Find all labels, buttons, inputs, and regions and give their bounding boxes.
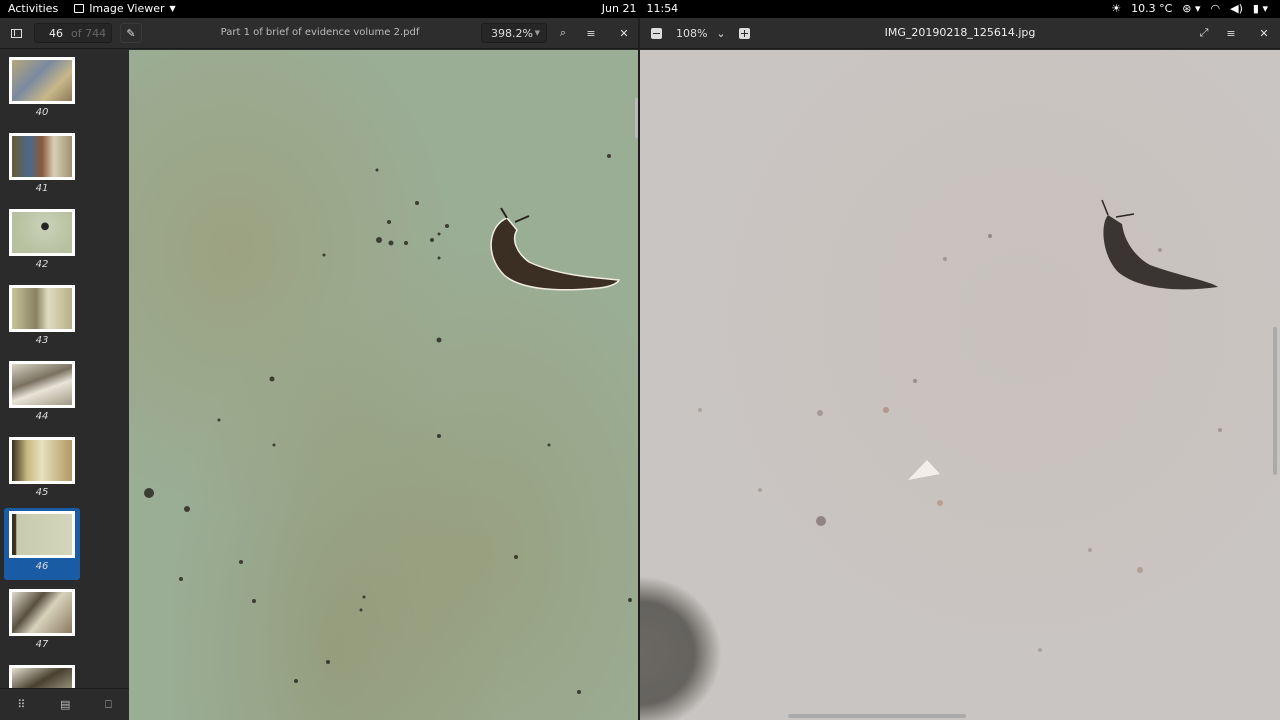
image-vertical-scrollbar[interactable]: [1273, 327, 1277, 475]
search-button[interactable]: ⌕: [553, 23, 573, 43]
chevron-down-icon: ⌄: [716, 26, 726, 40]
thumbnail-label: 47: [35, 639, 49, 650]
close-button[interactable]: ✕: [1254, 23, 1274, 43]
thumbnail-label: 46: [35, 561, 49, 572]
image-header-bar: 108% ⌄ IMG_20190218_125614.jpg ⤢ ≡ ✕: [640, 18, 1280, 49]
top-bar: Activities Image Viewer ▼ Jun 21 11:54 ☀…: [0, 0, 1280, 18]
thumbnail-label: 45: [35, 487, 49, 498]
menu-button[interactable]: ≡: [581, 23, 601, 43]
thumbnail-label: 41: [35, 183, 49, 194]
app-menu[interactable]: Image Viewer ▼: [74, 2, 176, 15]
sidebar-toggle-button[interactable]: [6, 23, 26, 43]
clock[interactable]: Jun 21 11:54: [0, 2, 1280, 15]
clock-time: 11:54: [646, 2, 679, 15]
thumbnail-sidebar[interactable]: 40 41 42 43 44 45 46 47: [0, 50, 129, 688]
caret-down-icon: ▼: [169, 4, 176, 13]
wifi-icon[interactable]: ◠: [1211, 2, 1221, 15]
zoom-out-icon: [650, 27, 662, 39]
zoom-in-button[interactable]: [736, 23, 752, 43]
thumbnail-page[interactable]: 47: [4, 586, 80, 658]
image-viewer-window: 108% ⌄ IMG_20190218_125614.jpg ⤢ ≡ ✕: [640, 18, 1280, 720]
thumbnail-label: 44: [35, 411, 49, 422]
hamburger-icon: ≡: [586, 26, 596, 40]
bookmark-icon[interactable]: ⎕: [105, 698, 112, 712]
thumbnail-image: [12, 514, 72, 555]
outline-view-icon[interactable]: ▤: [60, 698, 70, 711]
battery-icon[interactable]: ▮ ▾: [1253, 2, 1268, 15]
thumbnail-label: 40: [35, 107, 49, 118]
accessibility-icon[interactable]: ⊛ ▾: [1182, 2, 1200, 15]
clock-date: Jun 21: [601, 2, 637, 15]
zoom-level: 398.2%: [491, 26, 533, 40]
pdf-page-view[interactable]: [129, 50, 638, 720]
zoom-in-icon: [738, 27, 750, 39]
app-menu-label: Image Viewer: [89, 2, 165, 15]
thumbnail-image: [12, 212, 72, 253]
thumbnail-label: 43: [35, 335, 49, 346]
thumbnail-image: [12, 60, 72, 101]
zoom-dropdown[interactable]: 398.2% ▼: [481, 23, 547, 43]
thumbnail-image: [12, 288, 72, 329]
slug-photo-scan: [144, 154, 632, 694]
close-icon: ✕: [619, 26, 629, 40]
zoom-level[interactable]: 108%: [676, 27, 707, 40]
zoom-out-button[interactable]: [648, 23, 664, 43]
thumbnail-image: [12, 364, 72, 405]
thumbnail-page-selected[interactable]: 46: [4, 508, 80, 580]
thumbnail-image: [12, 668, 72, 688]
thumbnail-page[interactable]: 40: [4, 54, 80, 126]
thumbnail-page[interactable]: 45: [4, 434, 80, 506]
current-page: 46: [49, 26, 63, 40]
page-total: of 744: [71, 26, 107, 40]
pdf-viewer-window: 46 of 744 ✎ Part 1 of brief of evidence …: [0, 18, 638, 720]
zoom-menu-button[interactable]: ⌄: [714, 23, 728, 43]
document-title: Part 1 of brief of evidence volume 2.pdf: [220, 27, 420, 38]
pdf-header-bar: 46 of 744 ✎ Part 1 of brief of evidence …: [0, 18, 638, 49]
sidebar-icon: [10, 28, 22, 38]
fullscreen-button[interactable]: ⤢: [1194, 23, 1214, 43]
thumbnail-page[interactable]: 41: [4, 130, 80, 202]
image-canvas[interactable]: [640, 50, 1280, 720]
weather-temp[interactable]: 10.3 °C: [1131, 2, 1172, 15]
hamburger-icon: ≡: [1226, 26, 1236, 40]
image-title: IMG_20190218_125614.jpg: [884, 26, 1036, 39]
thumbnail-page[interactable]: 43: [4, 282, 80, 354]
menu-button[interactable]: ≡: [1221, 23, 1241, 43]
sidebar-footer: ⠿ ▤ ⎕: [0, 688, 129, 720]
thumbnail-image: [12, 592, 72, 633]
thumbnail-page[interactable]: [4, 662, 80, 688]
pdf-scrollbar[interactable]: [635, 98, 638, 138]
pencil-icon: ✎: [126, 26, 136, 40]
volume-icon[interactable]: ◀): [1230, 2, 1243, 15]
image-horizontal-scrollbar[interactable]: [788, 714, 966, 718]
thumbnail-image: [12, 136, 72, 177]
page-number-field[interactable]: 46 of 744: [34, 23, 112, 43]
thumbnails-view-icon[interactable]: ⠿: [17, 698, 25, 711]
annotate-button[interactable]: ✎: [120, 23, 142, 43]
chevron-down-icon: ▼: [534, 29, 540, 37]
weather-icon: ☀: [1111, 2, 1122, 15]
fullscreen-icon: ⤢: [1199, 26, 1209, 39]
search-icon: ⌕: [559, 26, 567, 39]
thumbnail-label: 42: [35, 259, 49, 270]
close-button[interactable]: ✕: [614, 23, 634, 43]
image-viewer-icon: [74, 4, 85, 13]
thumbnail-page[interactable]: 42: [4, 206, 80, 278]
activities-button[interactable]: Activities: [8, 2, 58, 15]
thumbnail-image: [12, 440, 72, 481]
thumbnail-page[interactable]: 44: [4, 358, 80, 430]
slug-photo: [698, 199, 1222, 652]
close-icon: ✕: [1259, 26, 1269, 40]
